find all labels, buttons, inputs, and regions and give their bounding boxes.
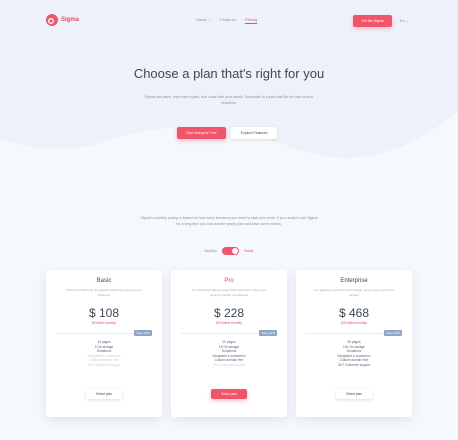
plan-name: Basic — [96, 278, 112, 284]
plan-card-enterprise: Enterprise For agencies and teams with c… — [296, 270, 412, 417]
nav-item-home[interactable]: Home ⌄ — [196, 17, 211, 24]
plan-name: Pro — [224, 278, 234, 284]
sigma-logo-icon — [46, 14, 58, 26]
plan-description: For agencies and teams with custom optio… — [314, 288, 394, 297]
plan-price: $ 108 — [88, 306, 120, 320]
save-badge: Save 20% — [384, 330, 402, 336]
feature-list: 90 pages 100 Gb storage Donations Integr… — [296, 340, 412, 368]
plan-price: $ 228 — [213, 306, 245, 320]
language-label: En — [400, 18, 405, 23]
brand-name: Sigma — [61, 17, 80, 23]
billing-toggle-switch[interactable] — [221, 247, 239, 255]
divider: Save 20% — [306, 330, 402, 336]
save-badge: Save 20% — [259, 330, 277, 336]
select-plan-button[interactable]: Select plan — [336, 389, 372, 399]
plan-card-basic: Basic This is the basic plan for getting… — [46, 270, 162, 417]
plan-billed-monthly: $19 billed monthly — [216, 321, 242, 325]
monthly-label[interactable]: Monthly — [205, 249, 217, 253]
plan-price: $ 468 — [338, 306, 370, 320]
divider: Save 20% — [181, 330, 277, 336]
explore-features-button[interactable]: Explore Features — [231, 127, 277, 139]
yearly-label[interactable]: Yearly — [244, 249, 254, 253]
nav-item-features[interactable]: Features — [220, 17, 236, 24]
page-title: Choose a plan that's right for you — [133, 66, 325, 81]
plan-billed-monthly: $9 billed monthly — [92, 321, 116, 325]
hero-subtitle: Sigma has plans, from free to paid, that… — [144, 95, 314, 105]
pricing-intro-text: Sigma's monthly pricing is based on how … — [140, 216, 318, 226]
plan-billed-monthly: $39 billed monthly — [341, 321, 367, 325]
plan-name: Enterprise — [340, 278, 368, 284]
save-badge: Save 20% — [134, 330, 152, 336]
plan-description: This is the basic plan for getting start… — [65, 288, 143, 297]
plan-card-pro: Pro For Small and agency teams that work… — [171, 270, 287, 417]
select-plan-button[interactable]: Select plan — [86, 389, 122, 399]
language-selector[interactable]: En ⌄ — [400, 18, 409, 23]
feature-list: 10 pages 5 Gb storage Donations Integrat… — [46, 340, 162, 368]
nav-item-pricing[interactable]: Pricing — [244, 17, 258, 24]
feature-list: 20 pages 18 Gb storage Donations Integra… — [171, 340, 287, 368]
main-nav: Home ⌄ Features Pricing — [196, 17, 258, 24]
start-free-button[interactable]: Start Using for Free — [177, 127, 226, 139]
get-sigma-button[interactable]: Get the Sigma — [353, 15, 392, 27]
plan-description: For Small and agency teams that work wit… — [192, 288, 266, 297]
top-navbar: Sigma Home ⌄ Features Pricing Get the Si… — [0, 0, 458, 40]
brand-logo[interactable]: Sigma — [46, 14, 79, 26]
billing-toggle-row: Monthly Yearly — [0, 247, 458, 255]
chevron-down-icon: ⌄ — [406, 18, 410, 23]
feature-item: 24/7 Customer support — [337, 362, 371, 367]
select-plan-button[interactable]: Select plan — [211, 389, 247, 399]
feature-item-disabled: 24/7 Customer support — [87, 362, 121, 367]
divider: Save 20% — [56, 330, 152, 336]
feature-item-disabled: 24/7 Customer support — [212, 362, 246, 367]
chevron-down-icon: ⌄ — [207, 17, 212, 22]
